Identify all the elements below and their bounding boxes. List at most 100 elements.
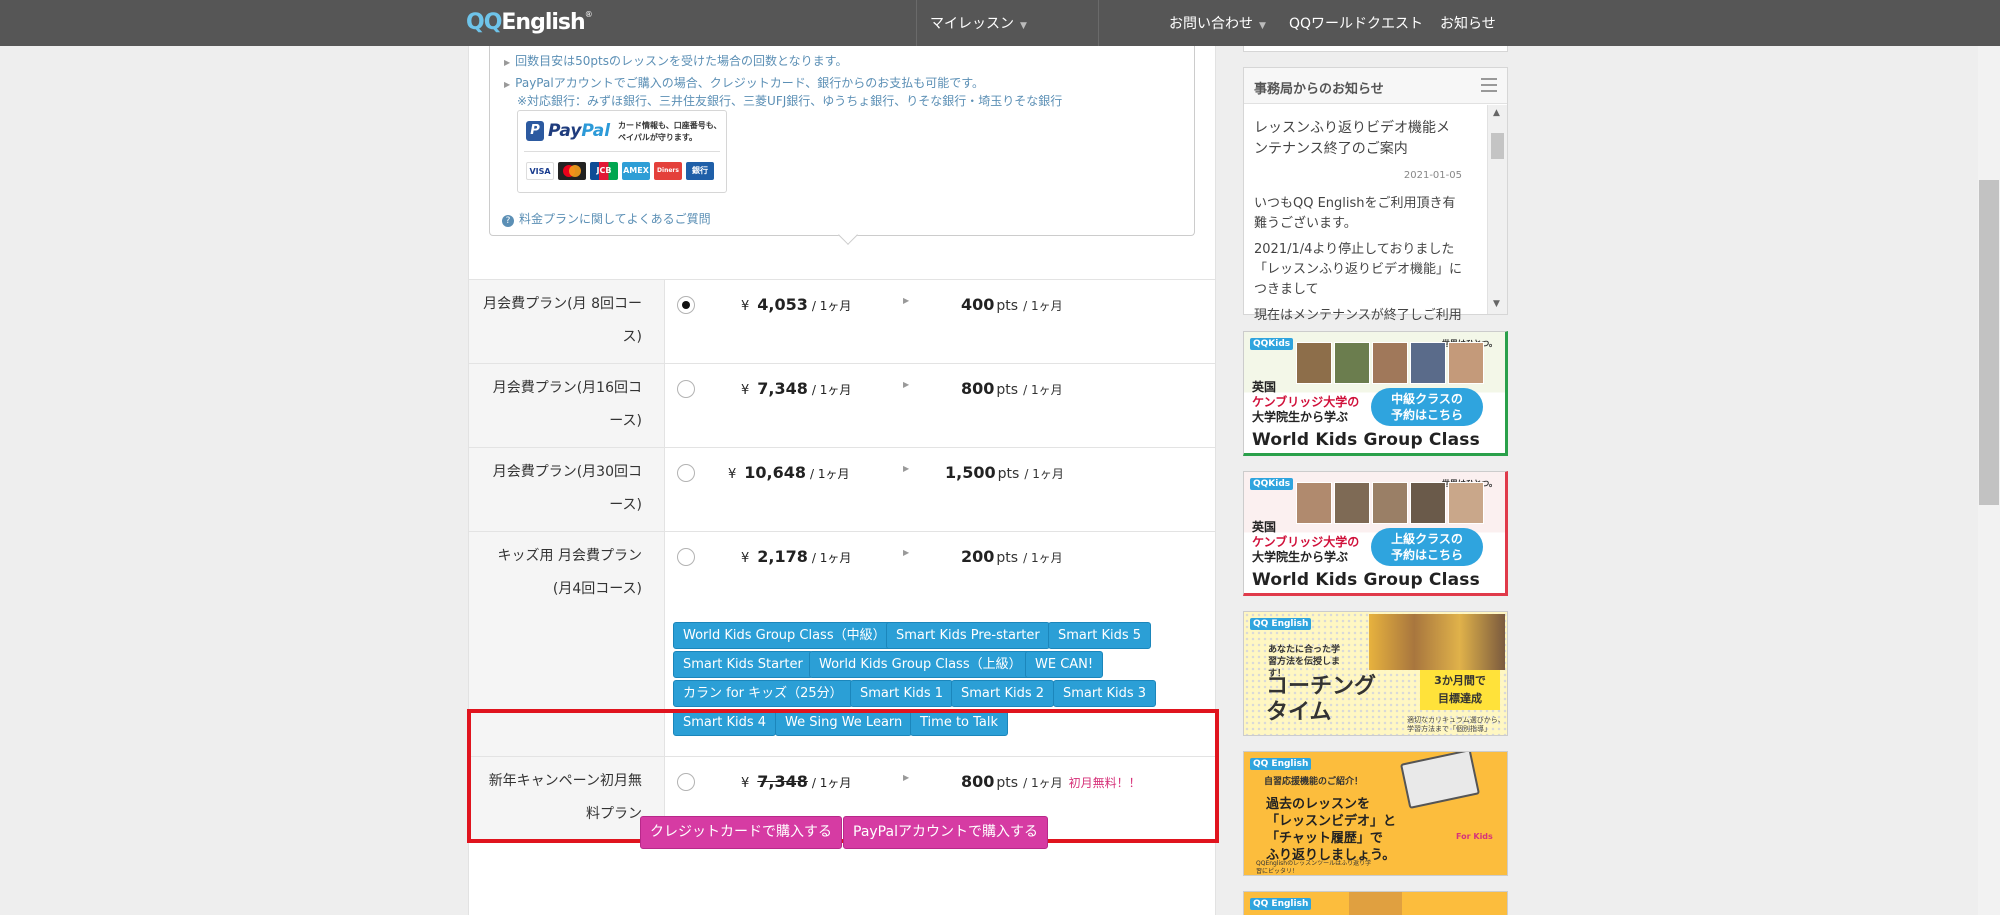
- plan-row: 月会費プラン(月16回コース) ¥7,348/ 1ヶ月 ▶ 800 pts / 1…: [469, 363, 1215, 447]
- paypal-p-icon: P: [526, 121, 544, 141]
- kids-course-tag[interactable]: Smart Kids 3: [1053, 680, 1157, 707]
- nav-my-lessons-label: マイレッスン: [930, 16, 1014, 32]
- nav-my-lessons[interactable]: マイレッスン ▼: [930, 13, 1027, 33]
- teacher-photos: [1369, 614, 1505, 670]
- plan-price: ¥7,348/ 1ヶ月: [741, 379, 851, 398]
- points-amount: 1,500: [945, 463, 996, 482]
- main-panel: ▶ 回数目安は50ptsのレッスンを受けた場合の回数となります。 ▶ PayPalア…: [467, 46, 1219, 915]
- visa-icon: VISA: [526, 162, 554, 180]
- news-panel: 事務局からのお知らせ レッスンふり返りビデオ機能メンテナンス終了のご案内 202…: [1243, 67, 1508, 323]
- nav-separator: [916, 0, 917, 46]
- qq-kids-logo: QQKids: [1250, 478, 1294, 490]
- yen-sign: ¥: [741, 383, 750, 398]
- plan-points: 400 pts / 1ヶ月: [961, 295, 1063, 314]
- arrow-right-icon: ▶: [903, 464, 910, 473]
- banner-cta-line: 中級クラスの: [1391, 392, 1463, 406]
- review-caption: QQEnglishのレッスンツールはふり返り学習にピッタリ！: [1256, 860, 1372, 875]
- banner-coaching-time[interactable]: QQ English あなたに合った学習方法を伝授します！ コーチング タイム 3…: [1243, 611, 1508, 736]
- coaching-badge-line: 目標達成: [1438, 692, 1482, 705]
- logo-registered-mark: ®: [584, 10, 593, 19]
- banner-partial[interactable]: QQ English: [1243, 891, 1508, 915]
- mastercard-icon: [558, 162, 586, 180]
- price-period: / 1ヶ月: [810, 467, 850, 481]
- diners-icon: Diners: [654, 162, 682, 180]
- pricing-faq-link[interactable]: ? 料金プランに関してよくあるご質問: [502, 210, 711, 227]
- plan-radio[interactable]: [677, 380, 695, 398]
- kids-course-tag[interactable]: WE CAN!: [1025, 651, 1104, 678]
- kids-course-tag[interactable]: Smart Kids Starter: [673, 651, 813, 678]
- buy-with-credit-card-button[interactable]: クレジットカードで購入する: [640, 816, 842, 849]
- yen-sign: ¥: [741, 551, 750, 566]
- paypal-tagline-line1: カード情報も、口座番号も、: [618, 121, 722, 130]
- plan-radio[interactable]: [677, 548, 695, 566]
- plan-radio[interactable]: [677, 464, 695, 482]
- nav-news[interactable]: お知らせ: [1440, 13, 1496, 33]
- plan-radio[interactable]: [677, 296, 695, 314]
- points-period: / 1ヶ月: [1023, 299, 1063, 313]
- kids-course-tag[interactable]: Smart Kids 1: [850, 680, 954, 707]
- plan-points: 200 pts / 1ヶ月: [961, 547, 1063, 566]
- buy-with-paypal-button[interactable]: PayPalアカウントで購入する: [843, 816, 1048, 849]
- teacher-photo: [1334, 482, 1370, 524]
- yen-sign: ¥: [728, 467, 737, 482]
- teacher-photo: [1372, 482, 1408, 524]
- news-scroll-thumb[interactable]: [1491, 133, 1504, 159]
- amex-icon: AMEX: [622, 162, 650, 180]
- list-icon[interactable]: [1481, 78, 1497, 92]
- review-heading: 過去のレッスンを 「レッスンビデオ」と 「チャット履歴」で ふり返りしましょう。: [1266, 796, 1396, 864]
- scroll-up-icon[interactable]: ▲: [1493, 108, 1500, 118]
- plan-price: ¥4,053/ 1ヶ月: [741, 295, 851, 314]
- kids-course-tag[interactable]: Smart Kids 2: [951, 680, 1055, 707]
- arrow-right-icon: ▶: [903, 548, 910, 557]
- sidebar-top-box: [1243, 46, 1508, 52]
- banner-cta-bubble: 中級クラスの 予約はこちら: [1371, 388, 1483, 426]
- news-paragraph: いつもQQ Englishをご利用頂き有難うございます。: [1254, 196, 1456, 231]
- teacher-photo: [1296, 482, 1332, 524]
- teacher-photo: [1448, 342, 1484, 384]
- banner-heading-line: 大学院生から学ぶ: [1252, 550, 1349, 564]
- nav-world-quest[interactable]: QQワールドクエスト: [1289, 13, 1423, 33]
- banner-world-kids-advanced[interactable]: QQKids 世界はひとつ。 英国ケンブリッジ大学の大学院生から学ぶ 上級クラス…: [1243, 471, 1508, 596]
- yen-sign: ¥: [741, 299, 750, 314]
- banner-cta-line: 予約はこちら: [1390, 408, 1463, 422]
- scroll-down-icon[interactable]: ▼: [1493, 299, 1500, 309]
- teacher-photo: [1372, 342, 1408, 384]
- triangle-bullet-icon: ▶: [504, 80, 511, 89]
- plan-label: 月会費プラン(月16回コース): [469, 364, 665, 447]
- coaching-caption: 適切なカリキュラム選びから、学習方法まで「個別指導」: [1407, 716, 1505, 733]
- bank-icon: 銀行: [686, 162, 714, 180]
- banner-heading-line: 英国: [1252, 520, 1277, 534]
- review-heading-line: 「チャット履歴」で: [1266, 831, 1383, 846]
- note-lesson-count: ▶ 回数目安は50ptsのレッスンを受けた場合の回数となります。: [504, 52, 847, 69]
- kids-course-tag[interactable]: Smart Kids Pre-starter: [886, 622, 1050, 649]
- laptop-icon: [1400, 752, 1480, 809]
- paypal-divider: [524, 151, 720, 152]
- banner-world-kids-intermediate[interactable]: QQKids 世界はひとつ。 英国ケンブリッジ大学の大学院生から学ぶ 中級クラス…: [1243, 331, 1508, 456]
- page-scroll-thumb[interactable]: [1979, 180, 1999, 505]
- kids-course-tag[interactable]: World Kids Group Class（中級）: [673, 622, 896, 649]
- price-amount: 10,648: [744, 463, 807, 482]
- qq-kids-logo: QQKids: [1250, 338, 1294, 350]
- teacher-photo: [1334, 342, 1370, 384]
- paypal-logo: PayPal: [548, 121, 610, 141]
- payment-info-box: ▶ 回数目安は50ptsのレッスンを受けた場合の回数となります。 ▶ PayPalア…: [489, 46, 1195, 236]
- kids-course-tag[interactable]: Smart Kids 5: [1048, 622, 1152, 649]
- news-headline[interactable]: レッスンふり返りビデオ機能メンテナンス終了のご案内: [1254, 118, 1462, 160]
- plan-row: 月会費プラン(月30回コース) ¥10,648/ 1ヶ月 ▶ 1,500 pts …: [469, 447, 1215, 531]
- news-scrollbar[interactable]: ▲ ▼: [1487, 105, 1507, 314]
- review-intro: 自習応援機能のご紹介！: [1264, 777, 1364, 787]
- kids-course-tag[interactable]: World Kids Group Class（上級）: [809, 651, 1032, 678]
- banner-lesson-review[interactable]: QQ English 自習応援機能のご紹介！ 過去のレッスンを 「レッスンビデオ」…: [1243, 751, 1508, 876]
- qq-english-logo[interactable]: QQEnglish®: [466, 10, 593, 36]
- banner-class-title: World Kids Group Class: [1252, 570, 1480, 590]
- price-amount: 7,348: [757, 379, 808, 398]
- paypal-logo-pay: Pay: [548, 121, 582, 141]
- paypal-badge: P PayPal カード情報も、口座番号も、 ペイパルが守ります。 VISA JC…: [517, 110, 727, 193]
- kids-course-tag[interactable]: カラン for キッズ（25分）: [673, 680, 853, 707]
- price-amount: 4,053: [757, 295, 808, 314]
- points-period: / 1ヶ月: [1024, 467, 1064, 481]
- arrow-right-icon: ▶: [903, 380, 910, 389]
- price-period: / 1ヶ月: [811, 551, 852, 565]
- nav-contact[interactable]: お問い合わせ ▼: [1169, 13, 1266, 33]
- qq-english-small-logo: QQ English: [1250, 898, 1312, 910]
